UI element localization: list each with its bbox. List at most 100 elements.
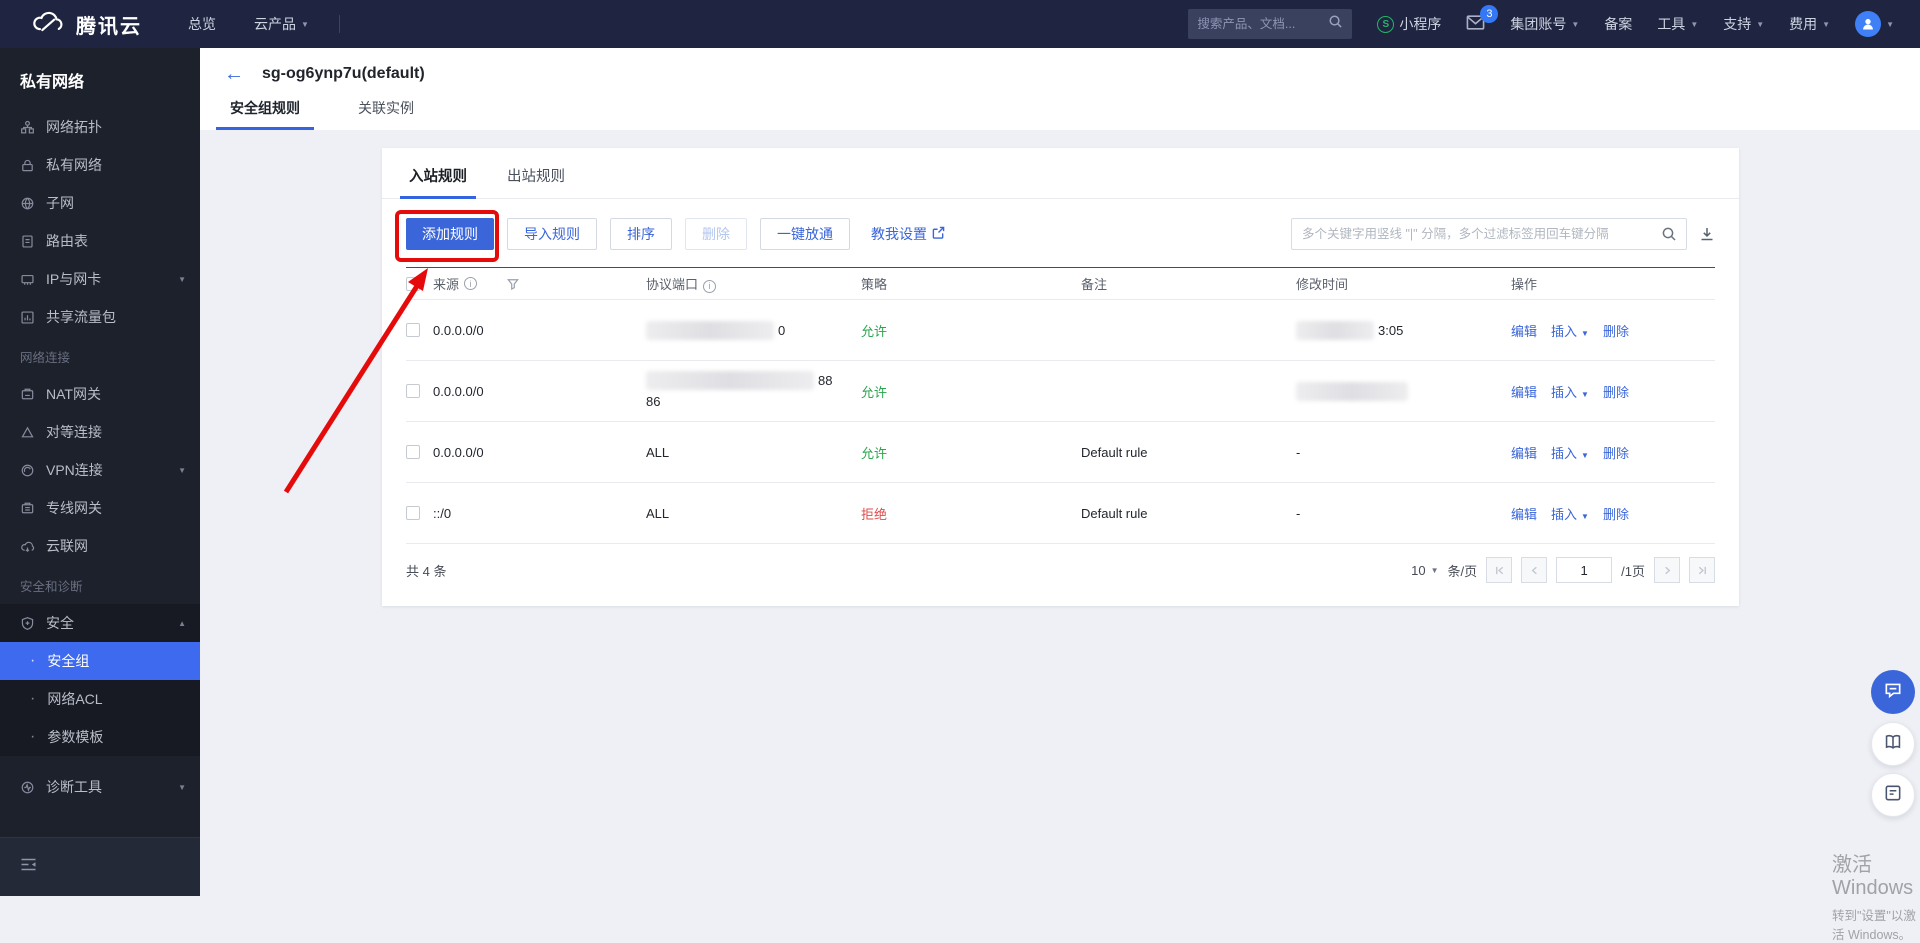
nav-overview[interactable]: 总览 bbox=[188, 14, 216, 34]
collapse-sidebar-icon[interactable] bbox=[20, 857, 37, 877]
select-all-checkbox[interactable] bbox=[406, 276, 420, 291]
sort-button[interactable]: 排序 bbox=[610, 218, 672, 250]
documentation-button[interactable] bbox=[1871, 722, 1915, 766]
teach-me-link[interactable]: 教我设置 bbox=[871, 224, 945, 244]
feedback-button[interactable] bbox=[1871, 773, 1915, 817]
sidebar-item-ccn[interactable]: 云联网 bbox=[0, 527, 200, 565]
back-arrow-icon[interactable]: ← bbox=[224, 64, 244, 84]
sidebar-title: 私有网络 bbox=[20, 74, 85, 91]
download-icon[interactable] bbox=[1699, 226, 1715, 242]
edit-link[interactable]: 编辑 bbox=[1511, 385, 1537, 400]
pagination: 10 ▼ 条/页 1 /1页 bbox=[1411, 557, 1715, 583]
sidebar-item-subnet[interactable]: 子网 bbox=[0, 184, 200, 222]
row-checkbox[interactable] bbox=[406, 445, 420, 459]
chevron-down-icon: ▼ bbox=[1690, 19, 1699, 29]
insert-link[interactable]: 插入 bbox=[1551, 507, 1577, 522]
sidebar-item-ip-nic[interactable]: IP与网卡 ▼ bbox=[0, 260, 200, 298]
row-checkbox[interactable] bbox=[406, 323, 420, 337]
group-account-menu[interactable]: 集团账号 ▼ bbox=[1510, 14, 1579, 34]
sidebar-item-route-table[interactable]: 路由表 bbox=[0, 222, 200, 260]
edit-link[interactable]: 编辑 bbox=[1511, 507, 1537, 522]
chevron-down-icon: ▼ bbox=[178, 782, 186, 792]
nic-icon bbox=[20, 272, 35, 287]
chevron-down-icon: ▼ bbox=[178, 465, 186, 475]
nav-products[interactable]: 云产品 ▼ bbox=[254, 14, 309, 34]
tab-security-group-rules[interactable]: 安全组规则 bbox=[216, 98, 314, 130]
topbar-divider bbox=[338, 15, 340, 33]
messages-menu[interactable]: 3 bbox=[1466, 5, 1499, 33]
avatar bbox=[1855, 11, 1882, 37]
tab-inbound-rules[interactable]: 入站规则 bbox=[400, 165, 476, 199]
sidebar-subitem-security-groups[interactable]: · 安全组 bbox=[0, 642, 200, 680]
beian-menu[interactable]: 备案 bbox=[1604, 14, 1632, 34]
customer-service-button[interactable] bbox=[1871, 670, 1915, 714]
billing-menu[interactable]: 费用 ▼ bbox=[1789, 14, 1830, 34]
global-search[interactable] bbox=[1188, 9, 1353, 39]
sidebar-item-traffic-pack[interactable]: 共享流量包 bbox=[0, 298, 200, 336]
mini-program-icon: S bbox=[1377, 15, 1395, 33]
sidebar-section-security-diag: 安全和诊断 bbox=[20, 580, 83, 594]
add-rule-button[interactable]: 添加规则 bbox=[406, 218, 494, 250]
sidebar-item-vpn[interactable]: VPN连接 ▼ bbox=[0, 451, 200, 489]
sidebar-item-diagnostic-tools[interactable]: 诊断工具 ▼ bbox=[0, 768, 200, 806]
edit-link[interactable]: 编辑 bbox=[1511, 446, 1537, 461]
tab-associated-instances[interactable]: 关联实例 bbox=[344, 98, 428, 130]
chevron-down-icon[interactable]: ▼ bbox=[1581, 451, 1589, 460]
delete-link[interactable]: 删除 bbox=[1603, 446, 1629, 461]
row-checkbox[interactable] bbox=[406, 384, 420, 398]
chevron-down-icon[interactable]: ▼ bbox=[1581, 390, 1589, 399]
import-rules-button[interactable]: 导入规则 bbox=[507, 218, 597, 250]
sidebar-item-security[interactable]: 安全 ▲ bbox=[0, 604, 200, 642]
sidebar-section-network-connect: 网络连接 bbox=[20, 351, 71, 365]
info-icon[interactable]: i bbox=[464, 277, 478, 290]
insert-link[interactable]: 插入 bbox=[1551, 385, 1577, 400]
page-header: ← sg-og6ynp7u(default) 安全组规则 关联实例 bbox=[200, 48, 1920, 130]
rules-filter-field[interactable] bbox=[1291, 218, 1687, 250]
sidebar-item-direct-connect[interactable]: 专线网关 bbox=[0, 489, 200, 527]
page-total-label: /1页 bbox=[1621, 563, 1645, 579]
rules-filter-input[interactable] bbox=[1291, 218, 1687, 250]
gateway-icon bbox=[20, 501, 35, 516]
row-checkbox[interactable] bbox=[406, 506, 420, 520]
globe-icon bbox=[20, 196, 35, 211]
sidebar-item-vpc[interactable]: 私有网络 bbox=[0, 146, 200, 184]
insert-link[interactable]: 插入 bbox=[1551, 446, 1577, 461]
mini-program-menu[interactable]: S 小程序 bbox=[1377, 14, 1441, 34]
tencent-cloud-logo[interactable]: 腾讯云 bbox=[0, 10, 142, 39]
delete-link[interactable]: 删除 bbox=[1603, 324, 1629, 339]
chevron-down-icon[interactable]: ▼ bbox=[1581, 512, 1589, 521]
last-page-button[interactable] bbox=[1689, 557, 1715, 583]
page-number-input[interactable]: 1 bbox=[1556, 557, 1613, 583]
col-actions-label: 操作 bbox=[1511, 277, 1538, 292]
open-all-button[interactable]: 一键放通 bbox=[760, 218, 850, 250]
col-modified-label: 修改时间 bbox=[1296, 277, 1349, 292]
next-page-button[interactable] bbox=[1654, 557, 1680, 583]
sidebar-item-nat-gateway[interactable]: NAT网关 bbox=[0, 375, 200, 413]
prev-page-button[interactable] bbox=[1521, 557, 1548, 583]
sidebar-item-topology[interactable]: 网络拓扑 bbox=[0, 108, 200, 146]
info-icon[interactable]: i bbox=[703, 279, 717, 293]
first-page-button[interactable] bbox=[1486, 557, 1513, 583]
insert-link[interactable]: 插入 bbox=[1551, 324, 1577, 339]
global-search-input[interactable] bbox=[1197, 17, 1323, 31]
page-size-select[interactable]: 10 ▼ bbox=[1411, 563, 1438, 578]
support-menu[interactable]: 支持 ▼ bbox=[1723, 14, 1764, 34]
tab-outbound-rules[interactable]: 出站规则 bbox=[498, 165, 574, 198]
sidebar-item-peering[interactable]: 对等连接 bbox=[0, 413, 200, 451]
delete-button[interactable]: 删除 bbox=[685, 218, 747, 250]
sidebar-subitem-parameter-template[interactable]: · 参数模板 bbox=[0, 718, 200, 756]
chevron-down-icon[interactable]: ▼ bbox=[1581, 329, 1589, 338]
filter-funnel-icon[interactable] bbox=[507, 278, 519, 290]
delete-link[interactable]: 删除 bbox=[1603, 507, 1629, 522]
delete-link[interactable]: 删除 bbox=[1603, 385, 1629, 400]
bullet-icon: · bbox=[30, 728, 36, 745]
sidebar-subitem-network-acl[interactable]: · 网络ACL bbox=[0, 680, 200, 718]
search-icon[interactable] bbox=[1661, 226, 1677, 247]
search-icon[interactable] bbox=[1328, 14, 1343, 34]
feedback-form-icon bbox=[1883, 783, 1903, 808]
book-icon bbox=[1883, 732, 1903, 757]
edit-link[interactable]: 编辑 bbox=[1511, 324, 1537, 339]
account-menu[interactable]: ▼ bbox=[1855, 11, 1894, 37]
lock-icon bbox=[20, 158, 35, 173]
tools-menu[interactable]: 工具 ▼ bbox=[1657, 14, 1698, 34]
